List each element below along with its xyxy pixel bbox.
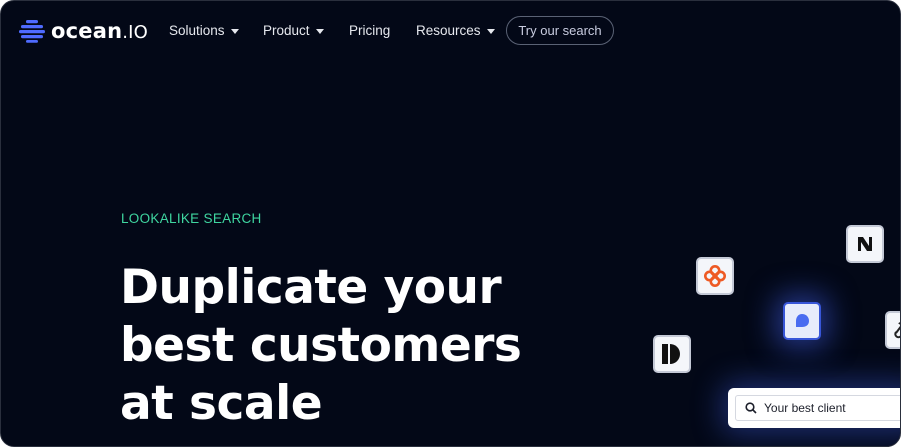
link-logo-icon xyxy=(894,322,900,339)
hero-headline: Duplicate your best customers at scale xyxy=(120,259,522,433)
nav-item-product[interactable]: Product xyxy=(263,23,324,38)
nav-item-label: Solutions xyxy=(169,23,225,38)
search-card: Your best client xyxy=(728,388,900,428)
headline-line: Duplicate your xyxy=(120,260,502,315)
nav-item-resources[interactable]: Resources xyxy=(416,23,495,38)
company-logo-tile-halfcircle xyxy=(653,335,691,373)
nav-item-label: Product xyxy=(263,23,310,38)
top-navigation: ocean.IO Solutions Product Pricing Resou… xyxy=(1,1,900,61)
search-icon xyxy=(745,402,757,414)
try-search-button[interactable]: Try our search xyxy=(506,16,614,45)
chevron-down-icon xyxy=(486,28,495,34)
ocean-logo-icon xyxy=(19,20,45,43)
brand-name-main: ocean xyxy=(51,19,123,43)
hero-eyebrow: LOOKALIKE SEARCH xyxy=(121,211,262,226)
nav-item-label: Resources xyxy=(416,23,481,38)
headline-line: best customers xyxy=(120,318,522,373)
company-logo-tile-chat xyxy=(783,302,821,340)
nav-item-solutions[interactable]: Solutions xyxy=(169,23,239,38)
brand-name-suffix: .IO xyxy=(122,22,149,43)
nav-item-pricing[interactable]: Pricing xyxy=(349,23,390,38)
company-logo-tile-flower xyxy=(696,257,734,295)
company-logo-tile-n xyxy=(846,225,884,263)
headline-line: at scale xyxy=(120,376,323,431)
nav-item-label: Pricing xyxy=(349,23,391,38)
chat-bubble-logo-icon xyxy=(796,314,809,327)
page-frame: ocean.IO Solutions Product Pricing Resou… xyxy=(0,0,901,447)
half-circle-logo-icon xyxy=(662,344,680,364)
brand-logo[interactable]: ocean.IO xyxy=(19,19,148,43)
company-logo-tile-link xyxy=(885,311,900,349)
search-input-value: Your best client xyxy=(764,401,846,415)
chevron-down-icon xyxy=(315,28,324,34)
search-input[interactable]: Your best client xyxy=(735,395,900,421)
chevron-down-icon xyxy=(230,28,239,34)
brand-name: ocean.IO xyxy=(51,19,148,43)
flower-logo-icon xyxy=(704,265,726,287)
n-logo-icon xyxy=(858,237,872,251)
